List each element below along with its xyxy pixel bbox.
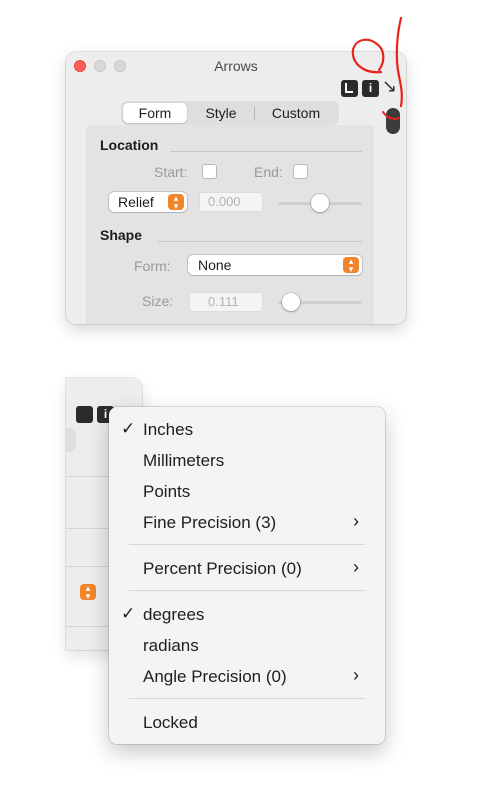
section-divider	[158, 241, 362, 242]
end-checkbox[interactable]	[293, 164, 308, 179]
location-heading: Location	[100, 137, 159, 153]
form-popup-label: None	[198, 257, 232, 273]
menu-item-label: Locked	[143, 713, 198, 732]
menu-item-radians[interactable]: radians	[109, 631, 385, 662]
form-label: Form:	[134, 258, 171, 274]
menu-item-locked[interactable]: Locked	[109, 708, 385, 739]
checkmark-icon: ✓	[121, 419, 136, 438]
menu-item-label: Millimeters	[143, 451, 225, 470]
start-checkbox[interactable]	[202, 164, 217, 179]
inspector-tabs[interactable]	[66, 428, 76, 452]
chevron-right-icon: ›	[353, 665, 359, 685]
menu-item-label: Inches	[143, 420, 194, 439]
popup-stepper-icon[interactable]: ▴ ▾	[80, 584, 96, 601]
menu-item-millimeters[interactable]: Millimeters	[109, 446, 385, 477]
menu-item-label: Points	[143, 482, 191, 501]
end-label: End:	[254, 164, 283, 180]
tab-form[interactable]: Form	[123, 103, 187, 123]
tab-style[interactable]: Style	[189, 103, 253, 123]
menu-item-label: Angle Precision (0)	[143, 667, 287, 686]
menu-item-label: Percent Precision (0)	[143, 559, 302, 578]
menu-separator	[129, 590, 365, 591]
form-popup[interactable]: None ▴ ▾	[188, 255, 362, 275]
menu-item-points[interactable]: Points	[109, 477, 385, 508]
menu-item-inches[interactable]: ✓ Inches	[109, 415, 385, 446]
menu-item-label: radians	[143, 636, 199, 655]
relief-popup-label: Relief	[118, 194, 154, 210]
menu-item-label: degrees	[143, 605, 205, 624]
shape-heading: Shape	[100, 227, 143, 243]
chevron-right-icon: ›	[353, 511, 359, 531]
menu-item-angle-precision[interactable]: Angle Precision (0) ›	[109, 662, 385, 693]
tab-custom[interactable]: Custom	[255, 103, 337, 123]
size-field[interactable]: 0.111	[189, 292, 263, 312]
inspector-tabs: Form Style Custom	[121, 101, 339, 125]
chevron-right-icon: ›	[353, 557, 359, 577]
units-menu: ✓ Inches Millimeters Points Fine Precisi…	[109, 407, 385, 744]
offset-slider-knob[interactable]	[311, 194, 329, 212]
section-divider	[170, 151, 362, 152]
checkmark-icon: ✓	[121, 604, 136, 623]
relief-popup[interactable]: Relief ▴ ▾	[109, 192, 187, 212]
menu-item-percent-precision[interactable]: Percent Precision (0) ›	[109, 554, 385, 585]
menu-item-fine-precision[interactable]: Fine Precision (3) ›	[109, 508, 385, 539]
menu-item-label: Fine Precision (3)	[143, 513, 277, 532]
menu-separator	[129, 544, 365, 545]
popup-stepper-icon: ▴ ▾	[343, 257, 359, 274]
annotation-scribble	[351, 16, 403, 120]
document-inspector-icon[interactable]	[76, 406, 93, 423]
offset-field[interactable]: 0.000	[199, 192, 263, 212]
menu-item-degrees[interactable]: ✓ degrees	[109, 600, 385, 631]
popup-stepper-icon: ▴ ▾	[168, 194, 184, 211]
menu-separator	[129, 698, 365, 699]
size-label: Size:	[142, 293, 174, 309]
start-label: Start:	[154, 164, 188, 180]
size-slider-knob[interactable]	[282, 293, 300, 311]
